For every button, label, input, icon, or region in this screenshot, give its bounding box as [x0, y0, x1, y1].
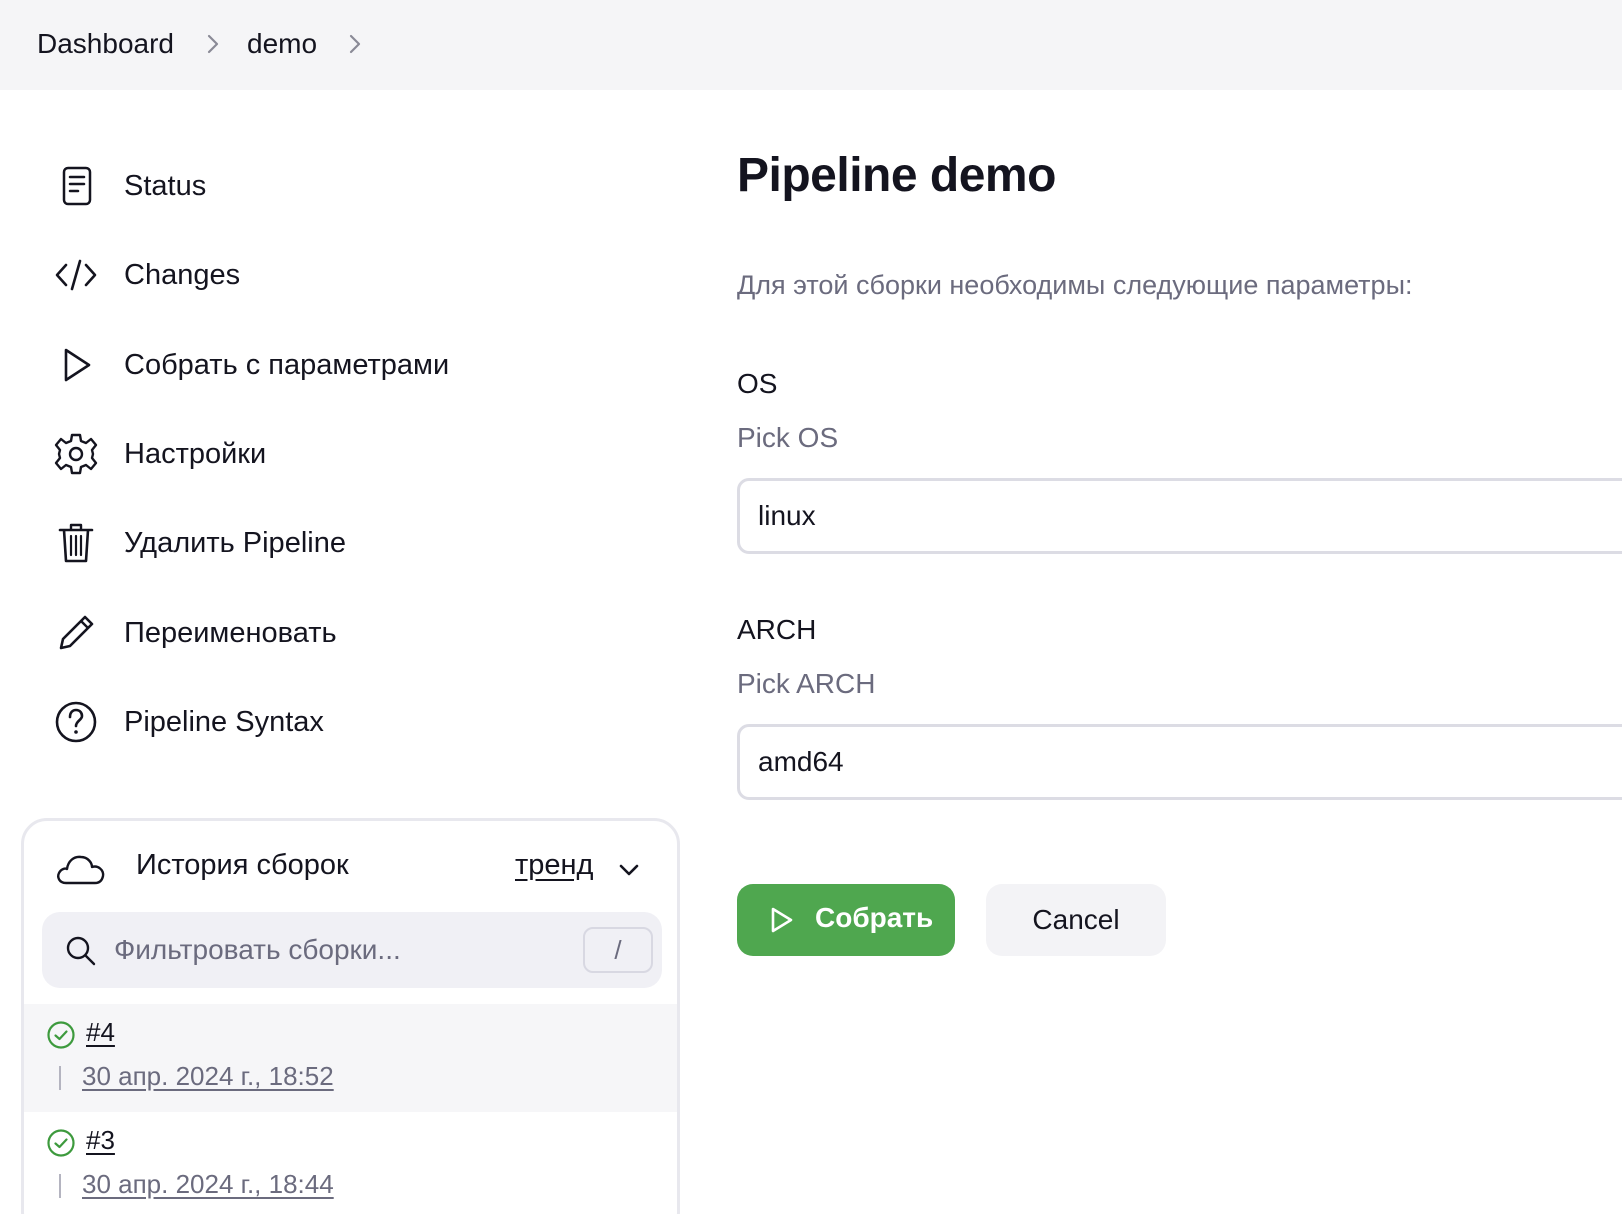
sidebar-item-label: Pipeline Syntax [124, 705, 324, 738]
page-description: Для этой сборки необходимы следующие пар… [737, 270, 1413, 300]
sidebar-item-label: Настройки [124, 437, 267, 470]
play-icon [771, 907, 793, 933]
divider [59, 1066, 61, 1090]
build-row[interactable]: #3 30 апр. 2024 г., 18:44 [24, 1112, 677, 1214]
pencil-icon [52, 609, 100, 657]
sidebar-item-settings[interactable]: Настройки [52, 424, 612, 484]
sidebar-item-delete-pipeline[interactable]: Удалить Pipeline [52, 513, 612, 573]
build-history-title: История сборок [136, 849, 349, 881]
build-filter-input[interactable] [114, 926, 574, 974]
page-title: Pipeline demo [737, 149, 1056, 202]
build-number-link[interactable]: #4 [86, 1017, 115, 1048]
chevron-down-icon[interactable] [614, 855, 644, 885]
build-history-panel: История сборок тренд / #4 30 апр. 2024 г… [21, 818, 680, 1214]
breadcrumb-demo[interactable]: demo [247, 28, 317, 60]
sidebar-item-changes[interactable]: Changes [52, 245, 612, 305]
cloud-icon [57, 855, 105, 885]
trash-icon [52, 519, 100, 567]
keyboard-shortcut-badge: / [583, 927, 653, 973]
sidebar-item-pipeline-syntax[interactable]: Pipeline Syntax [52, 692, 612, 752]
success-check-icon [47, 1021, 75, 1049]
sidebar-item-label: Собрать с параметрами [124, 348, 450, 381]
param-description-os: Pick OS [737, 422, 839, 453]
sidebar-item-label: Переименовать [124, 616, 337, 649]
trend-link[interactable]: тренд [515, 849, 593, 882]
cancel-button[interactable]: Cancel [986, 884, 1166, 956]
param-name-os: OS [737, 368, 778, 399]
play-icon [52, 341, 100, 389]
sidebar-item-label: Status [124, 169, 207, 202]
search-icon [66, 936, 96, 966]
chevron-right-icon [207, 34, 219, 54]
sidebar-item-label: Changes [124, 258, 241, 291]
divider [59, 1174, 61, 1198]
chevron-right-icon[interactable] [341, 30, 369, 58]
build-number-link[interactable]: #3 [86, 1125, 115, 1156]
param-name-arch: ARCH [737, 614, 817, 645]
build-button-label: Собрать [815, 902, 934, 933]
document-icon [52, 162, 100, 210]
os-field[interactable] [737, 478, 1622, 554]
build-button[interactable]: Собрать [737, 884, 955, 956]
sidebar-item-status[interactable]: Status [52, 156, 612, 216]
cancel-button-label: Cancel [1032, 904, 1120, 935]
code-icon [52, 251, 100, 299]
arch-field[interactable] [737, 724, 1622, 800]
success-check-icon [47, 1129, 75, 1157]
build-filter-box: / [42, 912, 662, 988]
sidebar-item-label: Удалить Pipeline [124, 526, 346, 559]
breadcrumb: Dashboard demo [0, 0, 1622, 90]
param-description-arch: Pick ARCH [737, 668, 876, 699]
breadcrumb-dashboard[interactable]: Dashboard [37, 28, 174, 60]
sidebar-item-build-with-parameters[interactable]: Собрать с параметрами [52, 335, 612, 395]
gear-icon [52, 430, 100, 478]
sidebar-item-rename[interactable]: Переименовать [52, 603, 612, 663]
build-date-link[interactable]: 30 апр. 2024 г., 18:44 [82, 1169, 334, 1200]
help-icon [52, 698, 100, 746]
build-row[interactable]: #4 30 апр. 2024 г., 18:52 [24, 1004, 677, 1112]
build-date-link[interactable]: 30 апр. 2024 г., 18:52 [82, 1061, 334, 1092]
